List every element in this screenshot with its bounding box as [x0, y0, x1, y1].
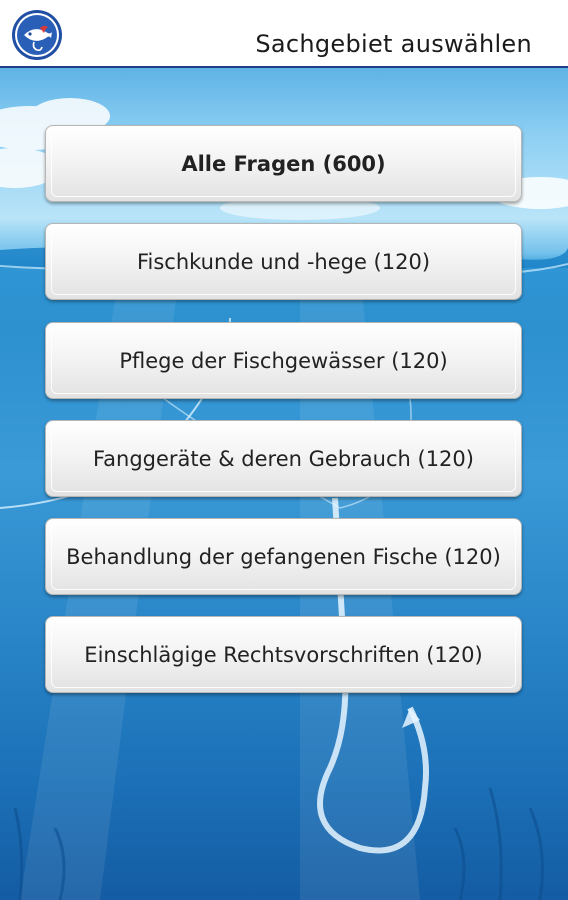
topic-label: Fanggeräte & deren Gebrauch (120)	[93, 446, 474, 471]
topic-label: Einschlägige Rechtsvorschriften (120)	[84, 642, 483, 667]
topic-tackle-button[interactable]: Fanggeräte & deren Gebrauch (120)	[45, 420, 522, 497]
topic-label: Alle Fragen (600)	[181, 151, 386, 176]
underwater-background: Alle Fragen (600) Fischkunde und -hege (…	[0, 68, 568, 900]
topic-water-care-button[interactable]: Pflege der Fischgewässer (120)	[45, 322, 522, 399]
topic-all-questions-button[interactable]: Alle Fragen (600)	[45, 125, 522, 202]
topic-label: Behandlung der gefangenen Fische (120)	[66, 544, 501, 569]
topic-label: Pflege der Fischgewässer (120)	[119, 348, 448, 373]
topic-fish-knowledge-button[interactable]: Fischkunde und -hege (120)	[45, 223, 522, 300]
app-header: Sachgebiet auswählen	[0, 0, 568, 68]
topic-label: Fischkunde und -hege (120)	[136, 249, 431, 274]
topic-regulations-button[interactable]: Einschlägige Rechtsvorschriften (120)	[45, 616, 522, 693]
page-title: Sachgebiet auswählen	[255, 30, 532, 58]
topic-fish-handling-button[interactable]: Behandlung der gefangenen Fische (120)	[45, 518, 522, 595]
fish-logo-icon[interactable]	[10, 8, 64, 62]
